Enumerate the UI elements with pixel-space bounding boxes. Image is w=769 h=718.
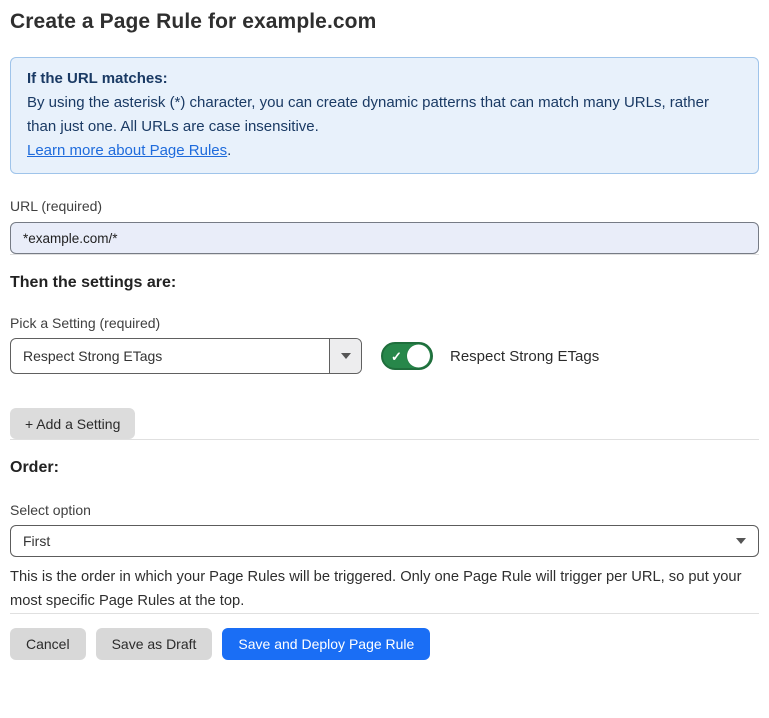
page-title: Create a Page Rule for example.com	[10, 10, 759, 34]
link-suffix: .	[227, 142, 231, 159]
toggle-label: Respect Strong ETags	[450, 348, 599, 365]
save-as-draft-button[interactable]: Save as Draft	[96, 628, 213, 660]
info-box-link-line: Learn more about Page Rules.	[27, 139, 742, 163]
order-help-text: This is the order in which your Page Rul…	[10, 565, 759, 613]
add-setting-button[interactable]: + Add a Setting	[10, 408, 135, 439]
settings-section-heading: Then the settings are:	[10, 274, 759, 292]
section-divider	[10, 254, 759, 255]
order-section-heading: Order:	[10, 459, 759, 477]
footer-buttons: Cancel Save as Draft Save and Deploy Pag…	[10, 628, 759, 660]
chevron-down-icon	[736, 538, 746, 544]
cancel-button[interactable]: Cancel	[10, 628, 86, 660]
chevron-down-icon	[341, 353, 351, 359]
setting-select-value: Respect Strong ETags	[11, 339, 329, 373]
info-box-heading: If the URL matches:	[27, 67, 742, 91]
pick-setting-label: Pick a Setting (required)	[10, 315, 759, 331]
order-select-label: Select option	[10, 502, 759, 518]
save-and-deploy-button[interactable]: Save and Deploy Page Rule	[222, 628, 430, 660]
order-select-value: First	[23, 533, 736, 549]
order-select[interactable]: First	[10, 525, 759, 557]
toggle-group: ✓ Respect Strong ETags	[381, 342, 599, 370]
url-input[interactable]	[10, 222, 759, 254]
section-divider	[10, 439, 759, 440]
setting-row: Respect Strong ETags ✓ Respect Strong ET…	[10, 338, 759, 374]
setting-select[interactable]: Respect Strong ETags	[10, 338, 362, 374]
setting-select-arrow-button[interactable]	[329, 339, 361, 373]
info-box-body: By using the asterisk (*) character, you…	[27, 91, 742, 139]
url-match-info-box: If the URL matches: By using the asteris…	[10, 57, 759, 174]
url-field-label: URL (required)	[10, 198, 759, 214]
learn-more-link[interactable]: Learn more about Page Rules	[27, 142, 227, 159]
section-divider	[10, 613, 759, 614]
create-page-rule-form: Create a Page Rule for example.com If th…	[0, 0, 769, 660]
toggle-knob	[407, 345, 430, 368]
respect-strong-etags-toggle[interactable]: ✓	[381, 342, 433, 370]
check-icon: ✓	[391, 350, 402, 363]
